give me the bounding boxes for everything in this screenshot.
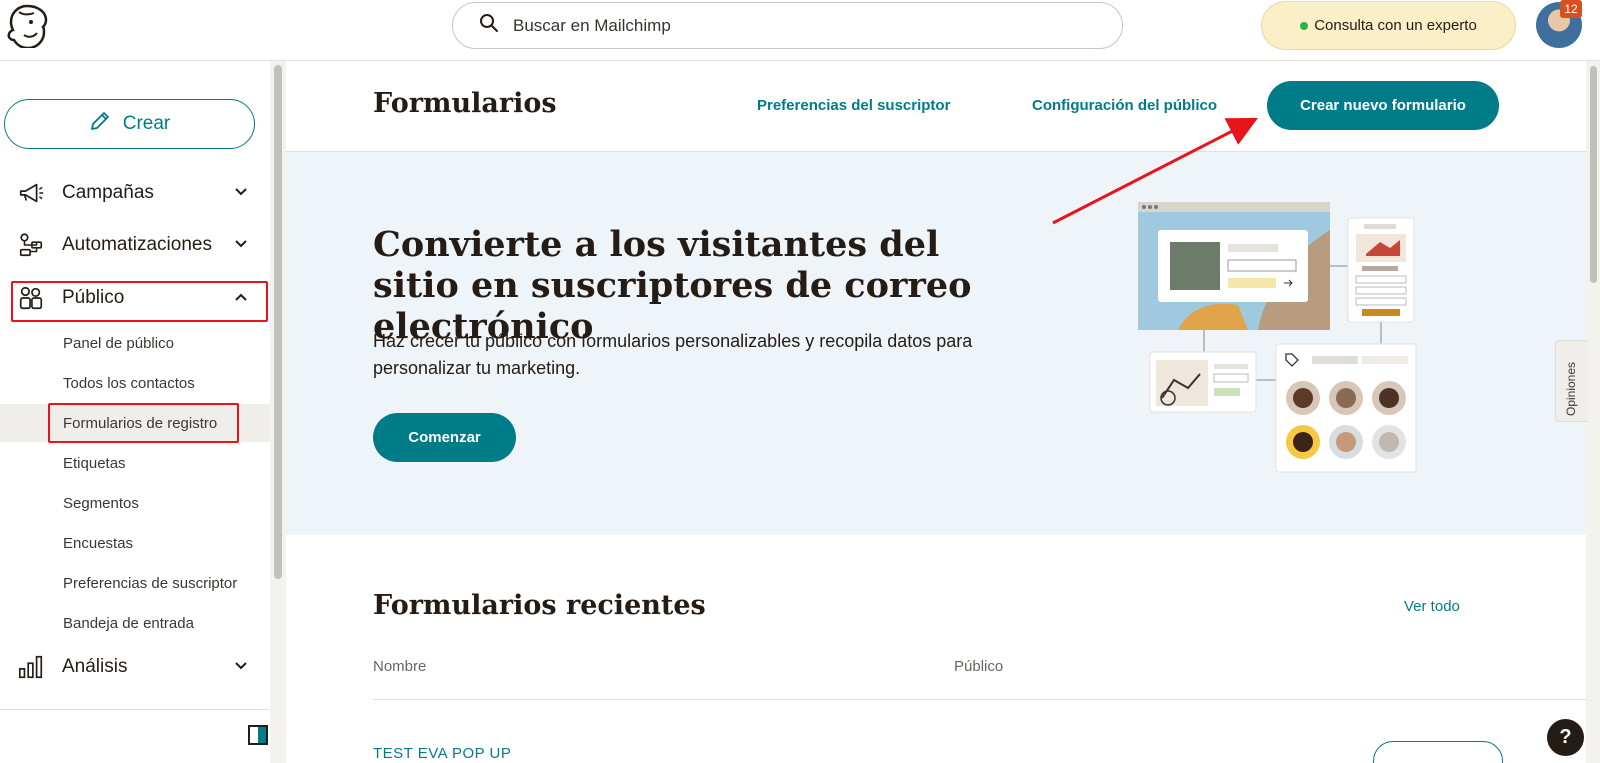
main-content: Formularios Preferencias del suscriptor … bbox=[286, 61, 1586, 763]
sidebar-subitem-audience-dashboard[interactable]: Panel de público bbox=[0, 324, 270, 362]
chevron-down-icon bbox=[235, 662, 247, 670]
automation-icon bbox=[16, 230, 46, 260]
search-bar[interactable] bbox=[452, 2, 1123, 49]
sidebar-item-campaigns[interactable]: Campañas bbox=[0, 171, 270, 215]
chevron-down-icon bbox=[235, 188, 247, 196]
table-row-action-button[interactable] bbox=[1373, 741, 1503, 763]
recent-forms-title: Formularios recientes bbox=[373, 590, 706, 621]
hero-banner: Convierte a los visitantes del sitio en … bbox=[286, 152, 1586, 535]
expert-consult-label: Consulta con un experto bbox=[1314, 17, 1477, 34]
annotation-highlight-audience bbox=[11, 281, 268, 322]
pencil-icon bbox=[89, 110, 111, 138]
create-button[interactable]: Crear bbox=[4, 99, 255, 149]
help-button[interactable]: ? bbox=[1547, 719, 1584, 756]
page-title: Formularios bbox=[373, 88, 557, 119]
forms-illustration bbox=[1138, 202, 1428, 478]
sidebar-subitem-tags[interactable]: Etiquetas bbox=[0, 444, 270, 482]
table-row-form-name[interactable]: TEST EVA POP UP bbox=[373, 745, 511, 762]
sidebar-subitem-all-contacts[interactable]: Todos los contactos bbox=[0, 364, 270, 402]
hero-description: Haz crecer tu público con formularios pe… bbox=[373, 331, 973, 378]
sidebar: Crear Campañas Automatizaciones Público … bbox=[0, 61, 286, 763]
sidebar-subitem-inbox[interactable]: Bandeja de entrada bbox=[0, 604, 270, 642]
search-input[interactable] bbox=[513, 15, 1073, 36]
create-label: Crear bbox=[122, 113, 171, 134]
megaphone-icon bbox=[16, 178, 46, 208]
column-header-audience[interactable]: Público bbox=[954, 658, 1003, 675]
search-icon bbox=[479, 13, 499, 38]
feedback-tab[interactable]: Opiniones bbox=[1555, 340, 1588, 422]
page-scrollbar-thumb[interactable] bbox=[1590, 66, 1597, 283]
feedback-label: Opiniones bbox=[1564, 361, 1578, 416]
sidebar-item-label: Análisis bbox=[62, 656, 128, 677]
annotation-highlight-signup-forms bbox=[48, 403, 239, 443]
bar-chart-icon bbox=[16, 652, 46, 682]
expert-consult-button[interactable]: Consulta con un experto bbox=[1261, 1, 1516, 50]
page-header: Formularios Preferencias del suscriptor … bbox=[286, 61, 1586, 152]
create-new-form-button[interactable]: Crear nuevo formulario bbox=[1267, 81, 1499, 130]
sidebar-collapse-icon[interactable] bbox=[248, 725, 268, 745]
mailchimp-logo-icon[interactable] bbox=[4, 2, 50, 50]
sidebar-subitem-subscriber-preferences[interactable]: Preferencias de suscriptor bbox=[0, 564, 270, 602]
sidebar-item-automations[interactable]: Automatizaciones bbox=[0, 223, 270, 267]
column-header-name[interactable]: Nombre bbox=[373, 658, 426, 675]
table-divider bbox=[373, 699, 1586, 700]
notification-badge: 12 bbox=[1560, 0, 1582, 18]
get-started-button[interactable]: Comenzar bbox=[373, 413, 516, 462]
subscriber-preferences-link[interactable]: Preferencias del suscriptor bbox=[757, 97, 950, 114]
see-all-link[interactable]: Ver todo bbox=[1404, 598, 1460, 615]
top-bar: Consulta con un experto 12 bbox=[0, 0, 1600, 61]
audience-settings-link[interactable]: Configuración del público bbox=[1032, 97, 1217, 114]
sidebar-scrollbar-thumb[interactable] bbox=[274, 65, 282, 579]
online-status-dot-icon bbox=[1300, 21, 1309, 30]
sidebar-item-analytics[interactable]: Análisis bbox=[0, 645, 270, 689]
sidebar-subitem-surveys[interactable]: Encuestas bbox=[0, 524, 270, 562]
chevron-down-icon bbox=[235, 240, 247, 248]
sidebar-item-label: Automatizaciones bbox=[62, 234, 212, 255]
sidebar-item-label: Campañas bbox=[62, 182, 154, 203]
sidebar-footer bbox=[0, 709, 270, 763]
sidebar-subitem-segments[interactable]: Segmentos bbox=[0, 484, 270, 522]
